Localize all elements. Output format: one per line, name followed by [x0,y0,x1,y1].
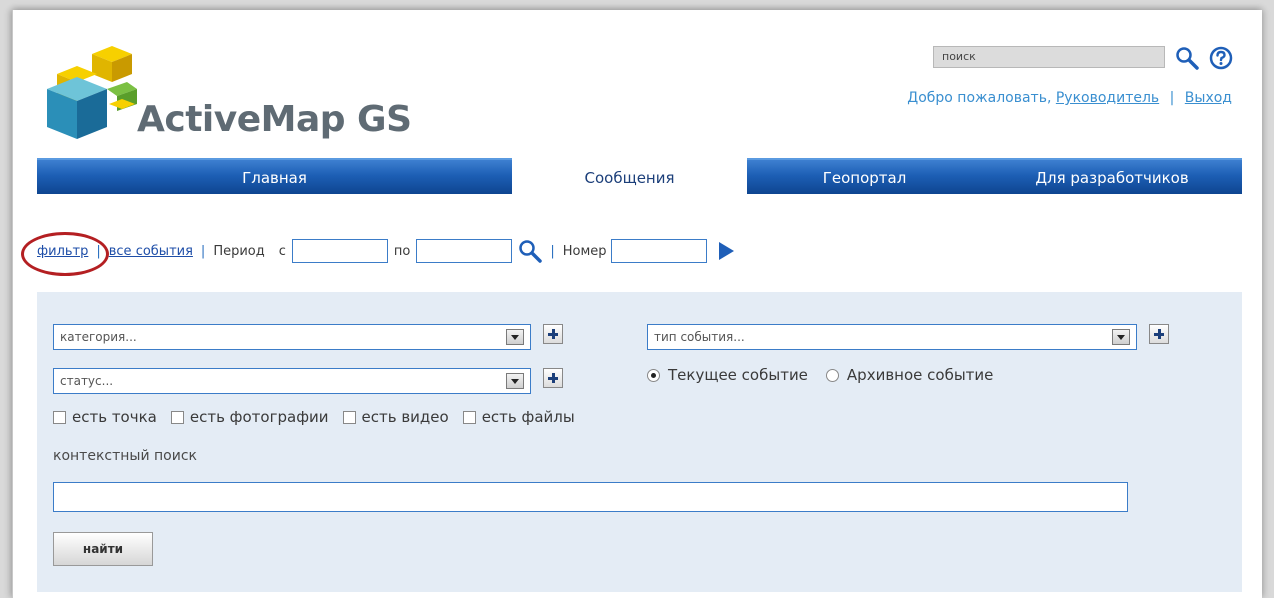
period-search-icon[interactable] [518,239,543,263]
context-search-input[interactable] [53,482,1128,512]
find-button[interactable]: найти [53,532,153,566]
event-type-select-value: тип события... [654,330,745,344]
nav-tab-home[interactable]: Главная [37,158,512,194]
go-arrow-icon[interactable] [718,242,734,260]
checkbox-has-point[interactable]: есть точка [53,408,157,426]
category-select-value: категория... [60,330,137,344]
checkbox-box[interactable] [53,410,66,424]
attachment-checkboxes: есть точка есть фотографии есть видео ес… [53,408,589,426]
page: ActiveMap GS поиск Добро пожаловать, Рук… [12,10,1262,598]
brand-name: ActiveMap GS [137,99,412,140]
checkbox-has-photos[interactable]: есть фотографии [170,408,329,426]
nav-tab-developers[interactable]: Для разработчиков [982,158,1242,194]
filter-separator: | [96,243,101,259]
checkbox-label: есть файлы [481,408,575,426]
checkbox-has-files[interactable]: есть файлы [462,408,575,426]
category-select[interactable]: категория... [53,324,531,350]
radio-archive-label: Архивное событие [846,366,994,384]
dropdown-arrow-icon[interactable] [1112,329,1130,345]
search-icon[interactable] [1175,46,1199,70]
header-search-input[interactable]: поиск [933,46,1165,68]
dropdown-arrow-icon[interactable] [506,329,524,345]
all-events-link[interactable]: все события [109,244,193,259]
event-type-select[interactable]: тип события... [647,324,1137,350]
from-label: с [278,243,286,259]
radio-current-label: Текущее событие [668,366,808,384]
add-event-type-button[interactable] [1149,324,1169,344]
period-label: Период [213,243,265,259]
checkbox-box[interactable] [342,410,356,424]
filter-bar: фильтр | все события | Период с по | Ном… [37,236,937,266]
status-select-value: статус... [60,374,114,388]
logo-cubes-icon [47,46,137,139]
event-state-radios: Текущее событие Архивное событие [647,366,993,384]
help-icon[interactable] [1209,46,1233,70]
add-status-button[interactable] [543,368,563,388]
period-from-input[interactable] [291,239,388,263]
checkbox-label: есть видео [361,408,449,426]
to-label: по [393,243,411,259]
period-to-input[interactable] [416,239,513,263]
header-separator: | [1169,90,1175,106]
nav-tab-messages[interactable]: Сообщения [512,158,747,194]
radio-archive-event[interactable] [825,368,839,382]
welcome-text: Добро пожаловать, [907,90,1052,106]
status-select[interactable]: статус... [53,368,531,394]
filter-separator: | [550,243,555,259]
logout-link[interactable]: Выход [1185,90,1232,106]
checkbox-box[interactable] [462,410,476,424]
context-search-label: контекстный поиск [53,448,197,464]
filter-link[interactable]: фильтр [37,244,88,259]
radio-current-event[interactable] [647,368,660,382]
welcome-line: Добро пожаловать, Руководитель | Выход [907,90,1232,106]
dropdown-arrow-icon[interactable] [506,373,524,389]
checkbox-label: есть точка [72,408,157,426]
number-input[interactable] [610,239,707,263]
checkbox-has-video[interactable]: есть видео [342,408,449,426]
nav-tab-geoportal[interactable]: Геопортал [747,158,982,194]
filter-separator: | [200,243,206,259]
checkbox-label: есть фотографии [189,408,329,426]
checkbox-box[interactable] [170,410,184,424]
user-link[interactable]: Руководитель [1056,90,1159,106]
search-placeholder: поиск [942,50,976,63]
brand-logo[interactable]: ActiveMap GS [37,44,417,144]
main-nav: Главная Сообщения Геопортал Для разработ… [37,158,1242,194]
filter-panel: категория... тип события... статус... Те… [37,292,1242,592]
number-label: Номер [562,243,607,259]
add-category-button[interactable] [543,324,563,344]
